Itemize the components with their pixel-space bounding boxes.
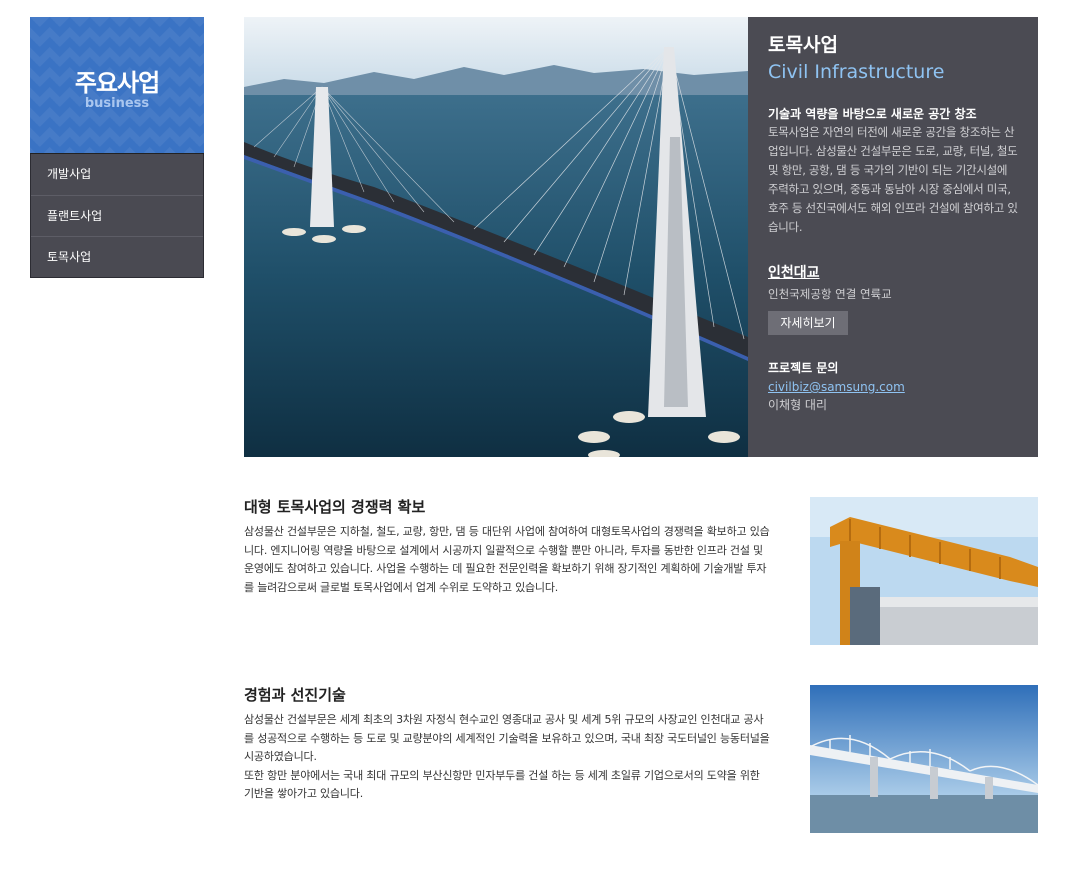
hero-heading: 기술과 역량을 바탕으로 새로운 공간 창조 [768, 107, 977, 121]
detail-button[interactable]: 자세히보기 [768, 311, 848, 335]
section-text: 삼성물산 건설부문은 지하철, 철도, 교량, 항만, 댐 등 대단위 사업에 … [244, 525, 770, 594]
sidebar-item-development[interactable]: 개발사업 [31, 154, 203, 195]
sidebar-subtitle: business [84, 96, 150, 111]
contact-heading: 프로젝트 문의 [768, 361, 839, 375]
section-experience: 경험과 선진기술 삼성물산 건설부문은 세계 최초의 3차원 자정식 현수교인 … [244, 685, 1038, 833]
section-text: 삼성물산 건설부문은 세계 최초의 3차원 자정식 현수교인 영종대교 공사 및… [244, 711, 770, 804]
construction-crane-photo [810, 497, 1038, 645]
sidebar-menu: 개발사업 플랜트사업 토목사업 [30, 154, 204, 278]
section-competitiveness: 대형 토목사업의 경쟁력 확보 삼성물산 건설부문은 지하철, 철도, 교량, … [244, 497, 1038, 645]
hero-info-panel: 토목사업 Civil Infrastructure 기술과 역량을 바탕으로 새… [748, 17, 1038, 457]
project-name-link[interactable]: 인천대교 [768, 263, 1018, 283]
hero-title: 토목사업 [768, 34, 838, 56]
bridge-photo-2 [810, 685, 1038, 833]
project-description: 인천국제공항 연결 연륙교 [768, 287, 892, 301]
hero-description: 토목사업은 자연의 터전에 새로운 공간을 창조하는 산업입니다. 삼성물산 건… [768, 125, 1018, 234]
sidebar-title: 주요사업 [74, 69, 160, 97]
contact-email-link[interactable]: civilbiz@samsung.com [768, 377, 1018, 397]
sidebar-item-civil[interactable]: 토목사업 [31, 236, 203, 277]
section-paragraph: 삼성물산 건설부문은 세계 최초의 3차원 자정식 현수교인 영종대교 공사 및… [244, 713, 770, 763]
sidebar-header: 주요사업 business [30, 17, 204, 154]
contact-person: 이채형 대리 [768, 398, 828, 412]
bridge-photo [244, 17, 748, 457]
hero: 토목사업 Civil Infrastructure 기술과 역량을 바탕으로 새… [244, 17, 1038, 457]
sidebar: 주요사업 business 개발사업 플랜트사업 토목사업 [30, 17, 204, 278]
sidebar-item-plant[interactable]: 플랜트사업 [31, 195, 203, 236]
hero-subtitle: Civil Infrastructure [768, 61, 945, 83]
section-paragraph: 또한 항만 분야에서는 국내 최대 규모의 부산신항만 민자부두를 건설 하는 … [244, 768, 760, 801]
